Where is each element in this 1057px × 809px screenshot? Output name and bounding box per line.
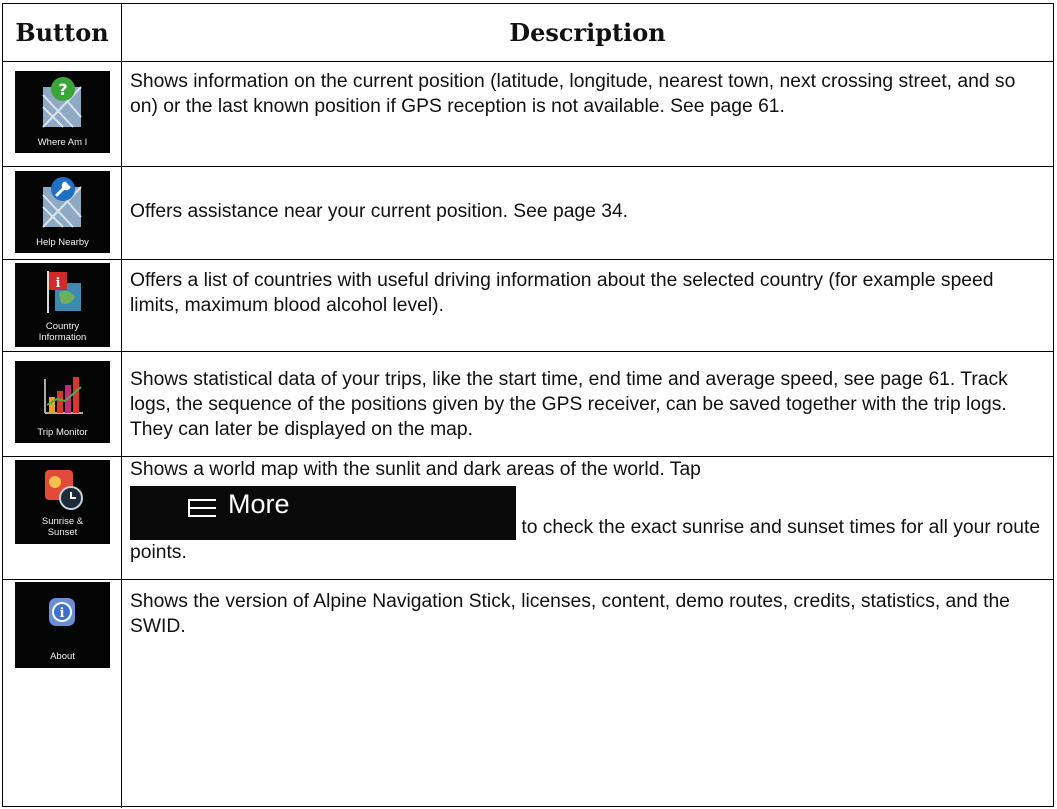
button-label-group: Country Information	[15, 321, 110, 343]
table-row: i Country Information Offers a list of c…	[3, 259, 1053, 352]
table-row: i About Shows the version of Alpine Navi…	[3, 579, 1053, 808]
button-cell: i Country Information	[3, 259, 122, 351]
button-label-line2: Information	[38, 332, 87, 343]
description-text-before: Shows a world map with the sunlit and da…	[130, 459, 701, 480]
description-cell: Shows information on the current positio…	[130, 71, 1016, 117]
description-cell: Shows a world map with the sunlit and da…	[122, 456, 1053, 579]
table-row: Trip Monitor Shows statistical data of y…	[3, 351, 1053, 457]
menu-icon	[188, 499, 216, 517]
table-row: Help Nearby Offers assistance near your …	[3, 166, 1053, 260]
button-label-line2: Sunset	[47, 527, 78, 538]
table-row: ? Where Am I Shows information on the cu…	[3, 62, 1053, 167]
button-label-line1: Sunrise &	[41, 516, 84, 527]
button-label-group: Sunrise & Sunset	[15, 516, 110, 538]
button-label: About	[50, 651, 75, 662]
more-button[interactable]: More	[130, 486, 516, 540]
button-cell: Trip Monitor	[3, 351, 122, 456]
header-button: Button	[3, 4, 122, 61]
sunrise-sunset-button[interactable]: Sunrise & Sunset	[15, 460, 110, 544]
country-information-button[interactable]: i Country Information	[15, 263, 110, 347]
more-button-label: More	[228, 489, 290, 519]
button-cell: i About	[3, 579, 122, 808]
description-cell: Offers assistance near your current posi…	[130, 201, 629, 222]
where-am-i-button[interactable]: ? Where Am I	[15, 71, 110, 153]
table-header: Button Description	[3, 4, 1053, 62]
table-row: Sunrise & Sunset Shows a world map with …	[3, 456, 1053, 580]
svg-text:?: ?	[58, 80, 67, 99]
button-label-line1: Country	[45, 321, 80, 332]
svg-text:i: i	[56, 276, 61, 291]
button-label: Trip Monitor	[37, 427, 88, 438]
button-cell: ? Where Am I	[3, 62, 122, 166]
button-cell: Help Nearby	[3, 166, 122, 259]
help-nearby-button[interactable]: Help Nearby	[15, 171, 110, 253]
description-cell: Shows the version of Alpine Navigation S…	[130, 591, 1010, 637]
trip-monitor-button[interactable]: Trip Monitor	[15, 361, 110, 443]
button-cell: Sunrise & Sunset	[3, 456, 122, 579]
header-description: Description	[509, 18, 666, 47]
button-label: Where Am I	[37, 137, 88, 148]
about-button[interactable]: i About	[15, 582, 110, 668]
description-cell: Shows statistical data of your trips, li…	[130, 369, 1008, 440]
button-description-table: Button Description ? Where Am I Shows in…	[2, 3, 1054, 808]
button-label: Help Nearby	[36, 237, 89, 248]
description-cell: Offers a list of countries with useful d…	[130, 270, 994, 316]
svg-text:i: i	[60, 606, 65, 621]
